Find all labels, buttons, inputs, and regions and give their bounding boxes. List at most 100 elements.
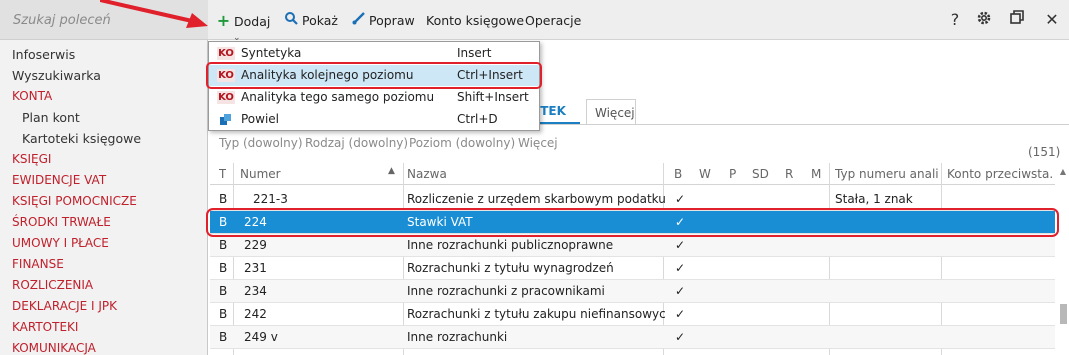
account-menu[interactable]: Konto księgowe	[426, 12, 524, 30]
cell-numer: 249 v	[244, 330, 278, 344]
plus-icon: +	[216, 11, 231, 30]
table-row[interactable]: B 242 Rozrachunki z tytułu zakupu niefin…	[210, 303, 1055, 326]
col-w[interactable]: W	[699, 167, 711, 181]
show-button-label: Pokaż	[302, 13, 338, 28]
sidebar-item-kartoteki[interactable]: KARTOTEKI	[0, 317, 208, 338]
sidebar-item-konta[interactable]: KONTA	[0, 86, 208, 107]
check-icon: ✓	[675, 261, 686, 275]
col-t[interactable]: T	[219, 167, 226, 181]
cell-typ-numeru: Stała, 1 znak	[835, 192, 913, 206]
toolbar: + Dodaj ⌄ Pokaż Popraw Konto księgowe Ope…	[208, 0, 1069, 44]
table-header: T Numer ▲ Nazwa B W P SD R M Typ numeru …	[210, 163, 1055, 185]
cell-t: B	[219, 284, 228, 298]
duplicate-icon	[220, 114, 231, 125]
cell-t: B	[219, 307, 228, 321]
menu-item-label: Analityka tego samego poziomu	[241, 90, 435, 104]
filter-typ[interactable]: Typ (dowolny)	[219, 136, 303, 150]
cell-numer: 231	[244, 261, 267, 275]
scrollbar-thumb[interactable]	[1060, 304, 1067, 324]
table-row[interactable]: B 249 v Inne rozrachunki ✓	[210, 326, 1055, 349]
menu-item-syntetyka[interactable]: KO Syntetyka Insert	[209, 43, 539, 64]
check-icon: ✓	[675, 238, 686, 252]
cell-numer: 234	[244, 284, 267, 298]
menu-item-label: Syntetyka	[241, 46, 302, 60]
add-button-label: Dodaj	[234, 14, 271, 29]
search-input[interactable]: Szukaj poleceń	[13, 13, 111, 28]
check-icon: ✓	[675, 284, 686, 298]
menu-item-powiel[interactable]: Powiel Ctrl+D	[209, 109, 539, 130]
cell-nazwa: Rozrachunki z tytułu zakupu niefinansowy…	[407, 307, 665, 321]
cell-t: B	[219, 261, 228, 275]
cell-t: B	[219, 238, 228, 252]
cell-nazwa: Rozrachunki z tytułu wynagrodzeń	[407, 261, 614, 275]
sidebar-item-plan-kont[interactable]: Plan kont	[0, 107, 208, 128]
col-b[interactable]: B	[674, 167, 682, 181]
search-icon	[284, 12, 299, 30]
close-icon[interactable]: ✕	[1042, 10, 1062, 29]
cell-nazwa: Inne rozrachunki publicznoprawne	[407, 238, 614, 252]
cell-nazwa: Rozliczenie z urzędem skarbowym podatku …	[407, 192, 665, 206]
sidebar-item-wyszukiwarka[interactable]: Wyszukiwarka	[0, 65, 208, 86]
check-icon: ✓	[675, 330, 686, 344]
record-count: (151)	[1028, 145, 1061, 159]
menu-item-shortcut: Insert	[457, 46, 492, 60]
tab-more[interactable]: Więcej	[586, 99, 636, 125]
edit-button[interactable]: Popraw	[351, 12, 415, 30]
check-icon: ✓	[675, 192, 686, 206]
col-m[interactable]: M	[811, 167, 821, 181]
col-numer[interactable]: Numer	[240, 167, 281, 181]
sort-asc-icon: ▲	[388, 166, 395, 176]
restore-window-icon[interactable]	[1007, 10, 1027, 29]
col-konto-przeciwstawne[interactable]: Konto przeciwsta...	[947, 167, 1052, 181]
cell-t: B	[219, 330, 228, 344]
sidebar-item-infoserwis[interactable]: Infoserwis	[0, 44, 208, 65]
brush-icon	[351, 12, 366, 30]
filter-poziom[interactable]: Poziom (dowolny)	[409, 136, 515, 150]
sidebar-item-deklaracje-i-jpk[interactable]: DEKLARACJE I JPK	[0, 296, 208, 317]
sidebar-item-kartoteki-ksiegowe[interactable]: Kartoteki księgowe	[0, 128, 208, 149]
sidebar-nav: Infoserwis Wyszukiwarka KONTA Plan kont …	[0, 44, 208, 355]
table-row[interactable]: B 229 Inne rozrachunki publicznoprawne ✓	[210, 234, 1055, 257]
table-row[interactable]: B 234 Inne rozrachunki z pracownikami ✓	[210, 280, 1055, 303]
sidebar-item-ksiegi-pomocnicze[interactable]: KSIĘGI POMOCNICZE	[0, 191, 208, 212]
cell-numer: 221-3	[253, 192, 288, 206]
cell-nazwa: Inne rozrachunki	[407, 330, 508, 344]
gear-icon[interactable]	[974, 10, 994, 30]
cell-numer: 242	[244, 307, 267, 321]
show-button[interactable]: Pokaż	[284, 12, 338, 30]
ko-badge-icon: KO	[217, 47, 235, 60]
col-p[interactable]: P	[729, 167, 736, 181]
cell-nazwa: Inne rozrachunki z pracownikami	[407, 284, 605, 298]
tab-more-label: Więcej	[595, 106, 635, 120]
sidebar-item-finanse[interactable]: FINANSE	[0, 254, 208, 275]
menu-item-label: Powiel	[241, 112, 280, 126]
col-r[interactable]: R	[785, 167, 793, 181]
operations-menu[interactable]: Operacje	[525, 12, 581, 30]
scroll-up-icon[interactable]: ▲	[1058, 167, 1068, 179]
add-button[interactable]: + Dodaj ⌄	[216, 11, 271, 44]
sidebar-item-rozliczenia[interactable]: ROZLICZENIA	[0, 275, 208, 296]
help-button[interactable]: ?	[945, 10, 965, 29]
table-row[interactable]: B 231 Rozrachunki z tytułu wynagrodzeń ✓	[210, 257, 1055, 280]
col-nazwa[interactable]: Nazwa	[407, 167, 447, 181]
sidebar-item-srodki-trwale[interactable]: ŚRODKI TRWAŁE	[0, 212, 208, 233]
filter-more[interactable]: Więcej	[518, 136, 558, 150]
cell-t: B	[219, 192, 228, 206]
selected-row-highlight	[206, 208, 1059, 237]
menu-item-analityka-tego-samego-poziomu[interactable]: KO Analityka tego samego poziomu Shift+I…	[209, 87, 539, 108]
sidebar-item-ksiegi[interactable]: KSIĘGI	[0, 149, 208, 170]
check-icon: ✓	[675, 307, 686, 321]
menu-item-shortcut: Shift+Insert	[457, 90, 529, 104]
edit-button-label: Popraw	[369, 13, 415, 28]
col-typ-numeru[interactable]: Typ numeru anali...	[835, 167, 939, 181]
col-sd[interactable]: SD	[752, 167, 769, 181]
sidebar-item-ewidencje-vat[interactable]: EWIDENCJE VAT	[0, 170, 208, 191]
sidebar: Szukaj poleceń Infoserwis Wyszukiwarka K…	[0, 0, 208, 355]
cell-numer: 229	[244, 238, 267, 252]
annotation-arrow-icon	[100, 0, 208, 28]
sidebar-item-umowy-i-place[interactable]: UMOWY I PŁACE	[0, 233, 208, 254]
ko-badge-icon: KO	[217, 91, 235, 104]
menu-item-highlight	[206, 62, 542, 89]
filter-rodzaj[interactable]: Rodzaj (dowolny)	[305, 136, 408, 150]
sidebar-item-komunikacja[interactable]: KOMUNIKACJA	[0, 338, 208, 355]
